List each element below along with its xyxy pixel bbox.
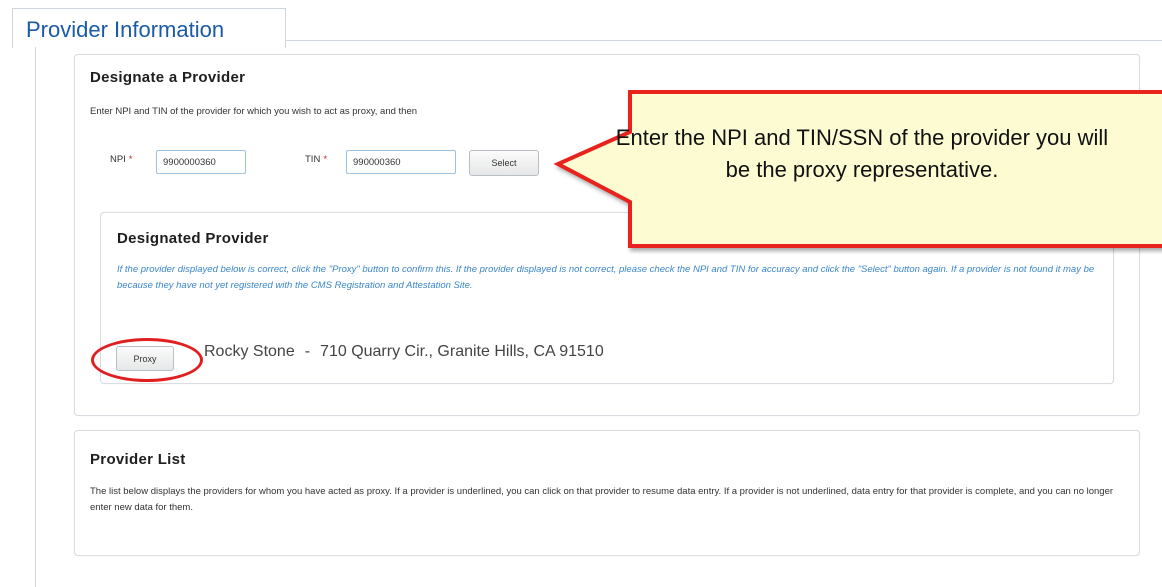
designate-provider-heading: Designate a Provider: [90, 69, 246, 86]
tin-label: TIN: [305, 154, 321, 165]
provider-list-heading: Provider List: [90, 451, 186, 468]
provider-name: Rocky Stone: [204, 343, 295, 360]
tin-label-group: TIN *: [305, 154, 327, 165]
npi-label: NPI: [110, 154, 126, 165]
designate-instructions: Enter NPI and TIN of the provider for wh…: [90, 106, 418, 117]
provider-address: 710 Quarry Cir., Granite Hills, CA 91510: [320, 343, 604, 360]
npi-label-group: NPI *: [110, 154, 133, 165]
tin-input[interactable]: [346, 150, 456, 174]
header-divider: [286, 40, 1162, 41]
npi-input[interactable]: [156, 150, 246, 174]
select-button[interactable]: Select: [469, 150, 539, 176]
npi-required-mark: *: [128, 154, 133, 165]
provider-separator: -: [304, 343, 311, 360]
proxy-button[interactable]: Proxy: [116, 346, 174, 371]
provider-summary: Rocky Stone -710 Quarry Cir., Granite Hil…: [204, 343, 604, 361]
page-title: Provider Information: [26, 17, 225, 42]
designated-provider-heading: Designated Provider: [117, 230, 269, 247]
provider-list-description: The list below displays the providers fo…: [90, 486, 1114, 513]
page-tab: Provider Information: [12, 8, 286, 48]
designated-provider-help-text: If the provider displayed below is corre…: [117, 264, 1095, 291]
tin-required-mark: *: [323, 154, 328, 165]
